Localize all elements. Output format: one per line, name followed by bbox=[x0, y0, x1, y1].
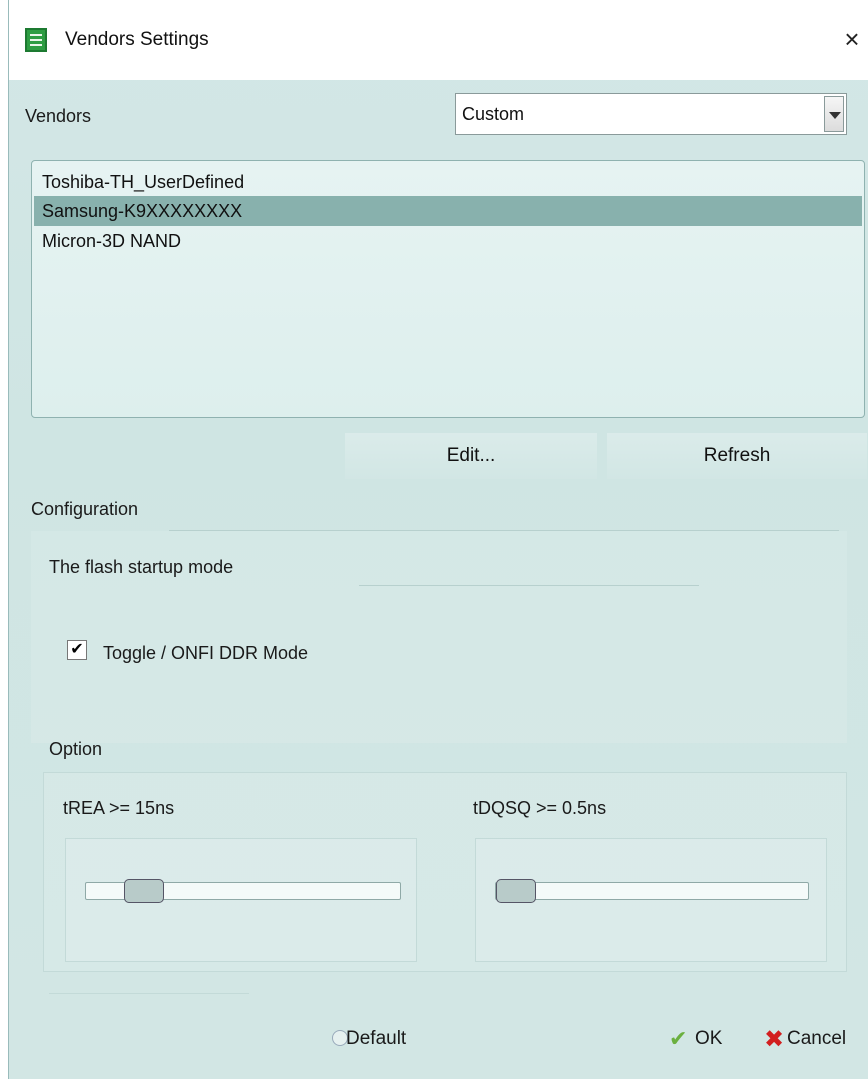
list-item[interactable]: Toshiba-TH_UserDefined bbox=[34, 167, 862, 197]
close-icon[interactable]: × bbox=[835, 22, 868, 56]
trea-slider-panel bbox=[65, 838, 417, 962]
tdqsq-slider-thumb[interactable] bbox=[496, 879, 536, 903]
document-list-icon bbox=[25, 28, 47, 52]
toggle-checkbox[interactable]: ✔ bbox=[67, 640, 87, 660]
check-icon: ✔ bbox=[669, 1026, 688, 1051]
trea-slider-thumb[interactable] bbox=[124, 879, 164, 903]
vendor-dropdown[interactable]: Custom bbox=[455, 93, 847, 135]
refresh-button[interactable]: Refresh bbox=[607, 433, 867, 479]
cancel-button[interactable]: Cancel bbox=[787, 1028, 846, 1050]
ok-button[interactable]: OK bbox=[695, 1028, 722, 1050]
default-button[interactable]: Default bbox=[346, 1028, 406, 1050]
trea-label: tREA >= 15ns bbox=[63, 798, 175, 818]
trea-slider-track[interactable] bbox=[85, 879, 401, 903]
startup-mode-label: The flash startup mode bbox=[49, 557, 234, 577]
chevron-down-icon[interactable] bbox=[824, 96, 844, 132]
vendor-dropdown-value: Custom bbox=[462, 104, 525, 124]
vendor-list[interactable]: Toshiba-TH_UserDefined Samsung-K9XXXXXXX… bbox=[31, 160, 865, 418]
option-label: Option bbox=[49, 739, 103, 759]
list-item[interactable]: Micron-3D NAND bbox=[34, 226, 862, 256]
tdqsq-label: tDQSQ >= 0.5ns bbox=[473, 798, 607, 818]
cancel-x-icon: ✖ bbox=[764, 1026, 785, 1053]
vendors-label: Vendors bbox=[25, 106, 92, 126]
list-item[interactable]: Samsung-K9XXXXXXXX bbox=[34, 196, 862, 226]
window-title: Vendors Settings bbox=[65, 29, 209, 50]
configuration-label: Configuration bbox=[31, 499, 139, 519]
tdqsq-slider-track[interactable] bbox=[495, 879, 809, 903]
title-bar: Vendors Settings × bbox=[9, 0, 868, 80]
group-divider bbox=[49, 993, 249, 994]
toggle-mode-label[interactable]: Toggle / ONFI DDR Mode bbox=[103, 643, 308, 664]
vendors-settings-dialog: Vendors Settings × Vendors Custom Toshib… bbox=[8, 0, 868, 1079]
group-divider bbox=[359, 585, 699, 586]
edit-button[interactable]: Edit... bbox=[345, 433, 597, 479]
